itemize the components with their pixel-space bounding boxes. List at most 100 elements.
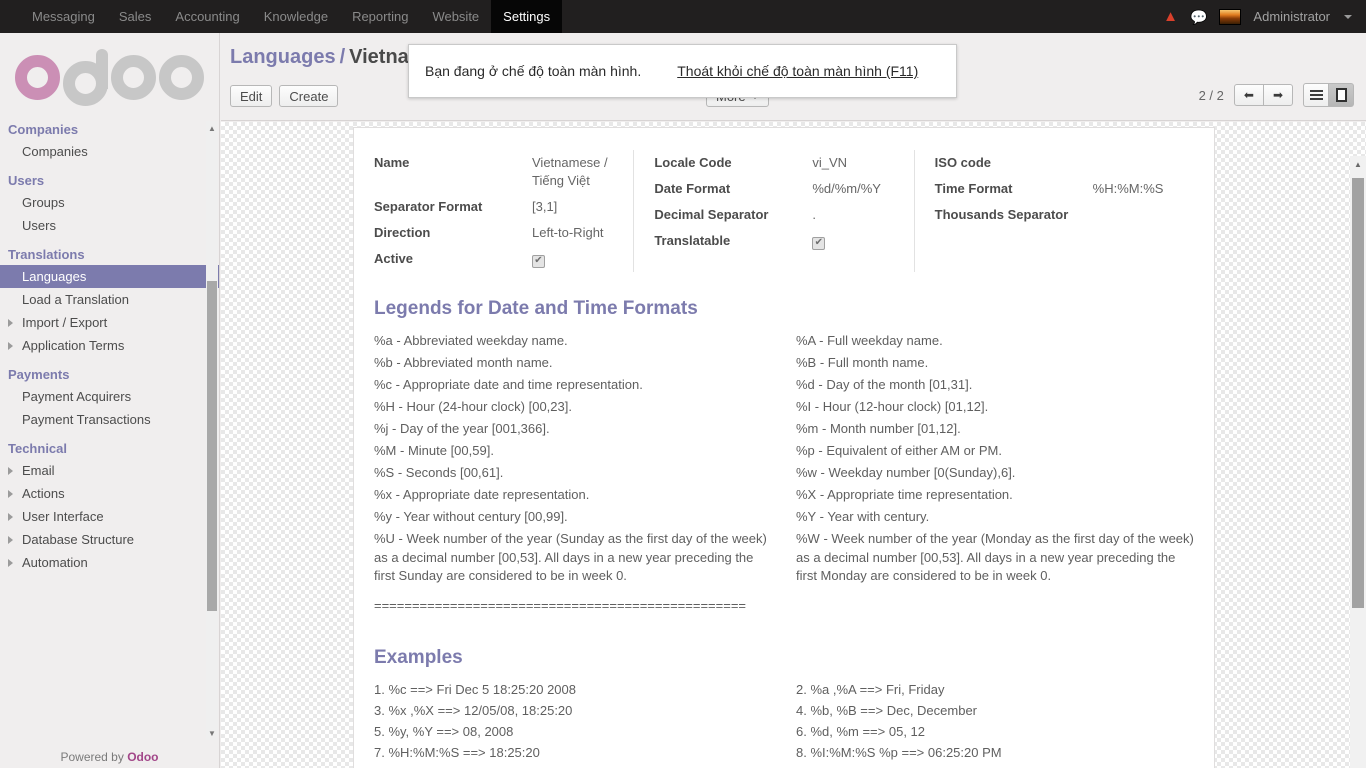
top-navbar: Messaging Sales Accounting Knowledge Reporti… [0,0,1366,33]
sidebar-item-payment-acquirers[interactable]: Payment Acquirers [0,385,219,408]
chevron-down-icon[interactable] [1344,14,1352,19]
menu-item-reporting[interactable]: Reporting [340,0,420,33]
sidebar-item-user-interface[interactable]: User Interface [0,505,219,528]
field-value-time-format[interactable]: %H:%M:%S [1093,176,1194,202]
sidebar-item-email[interactable]: Email [0,459,219,482]
example-line: 4. %b, %B ==> Dec, December [796,702,978,718]
exit-fullscreen-link[interactable]: Thoát khỏi chế độ toàn màn hình (F11) [677,63,918,79]
field-label-empty [935,228,1093,254]
odoo-logo[interactable] [0,33,219,121]
edit-button[interactable]: Edit [230,85,273,107]
menu-item-knowledge[interactable]: Knowledge [252,0,340,33]
odoo-brand-link[interactable]: Odoo [127,750,158,764]
field-label-iso-code: ISO code [934,155,992,170]
checkbox-icon[interactable]: ✔ [812,236,826,250]
avatar[interactable] [1219,8,1242,25]
sidebar-item-actions[interactable]: Actions [0,482,219,505]
legends-left-column: %a - Abbreviated weekday name. %b - Abbre… [374,330,772,613]
sidebar-item-companies[interactable]: Companies [0,140,219,163]
sidebar-scrollbar[interactable]: ▲ ▼ [206,121,218,740]
menu-item-messaging[interactable]: Messaging [20,0,107,33]
sidebar-item-languages[interactable]: Languages [0,265,219,288]
legend-paragraph-W: %W - Week number of the year (Monday as … [796,531,1194,583]
legends-divider: ========================================… [374,597,746,613]
field-value-decimal-separator[interactable]: . [812,202,913,228]
field-label-direction: Direction [374,225,431,240]
example-line: 10. %S ==> 20 [796,763,1194,768]
legend-line: %j - Day of the year [001,366]. [374,421,550,436]
sidebar-item-application-terms[interactable]: Application Terms [0,334,219,357]
field-value-iso-code[interactable] [1093,150,1194,176]
sidebar-item-label: Companies [22,144,88,159]
scroll-up-icon[interactable]: ▲ [1350,156,1366,172]
legend-line: %Y - Year with century. [796,509,930,524]
page-scrollbar-thumb[interactable] [1352,178,1364,608]
sidebar-item-load-a-translation[interactable]: Load a Translation [0,288,219,311]
scroll-down-icon[interactable]: ▼ [206,726,218,740]
create-button[interactable]: Create [279,85,339,107]
legend-line: %y - Year without century [00,99]. [374,509,568,524]
sidebar-item-label: Languages [22,269,87,284]
field-label-separator-format: Separator Format [374,199,483,214]
pager-next-button[interactable]: ➡ [1262,84,1293,106]
warning-triangle-icon[interactable]: ▲ [1163,9,1178,24]
sidebar-item-label: Users [22,218,56,233]
fullscreen-notification: Bạn đang ở chế độ toàn màn hình. Thoát k… [408,44,957,98]
user-menu-label[interactable]: Administrator [1253,9,1330,24]
pager-count: 2 / 2 [1198,87,1224,103]
sidebar-item-users[interactable]: Users [0,214,219,237]
pager-previous-button[interactable]: ⬅ [1233,84,1264,106]
field-value-thousands-separator[interactable] [1093,202,1194,228]
sidebar-item-label: Email [22,463,55,478]
scroll-up-icon[interactable]: ▲ [206,121,218,135]
sidebar-item-label: Database Structure [22,532,135,547]
sidebar-item-label: Groups [22,195,65,210]
breadcrumb-root[interactable]: Languages [230,46,336,68]
sidebar-item-database-structure[interactable]: Database Structure [0,528,219,551]
field-value-empty[interactable] [1093,228,1194,254]
sidebar-item-import-export[interactable]: Import / Export [0,311,219,334]
chat-bubble-icon[interactable]: 💬 [1190,10,1207,24]
menu-item-website[interactable]: Website [420,0,491,33]
menu-item-settings[interactable]: Settings [491,0,563,33]
sidebar-item-payment-transactions[interactable]: Payment Transactions [0,408,219,431]
checkbox-icon[interactable]: ✔ [532,254,545,268]
sidebar-item-label: User Interface [22,509,104,524]
fullscreen-notification-message: Bạn đang ở chế độ toàn màn hình. [425,63,642,79]
legend-line: %X - Appropriate time representation. [796,487,1013,502]
sidebar-item-automation[interactable]: Automation [0,551,219,574]
legend-paragraph-U: %U - Week number of the year (Sunday as … [374,531,767,583]
menu-item-sales[interactable]: Sales [107,0,164,33]
form-view-button[interactable] [1328,83,1354,107]
sidebar-section-payments: Payments [8,367,70,382]
powered-prefix: Powered by [60,750,124,764]
legend-line: %p - Equivalent of either AM or PM. [796,443,1002,458]
legend-line: %m - Month number [01,12]. [796,421,961,436]
field-value-locale-code[interactable]: vi_VN [812,150,913,176]
sidebar: KnowledgeWebsite SettingsGeneral Setting… [0,33,220,768]
field-value-date-format[interactable]: %d/%m/%Y [812,176,913,202]
sidebar-item-label: Load a Translation [22,292,129,307]
sidebar-scrollbar-thumb[interactable] [207,281,217,611]
sidebar-item-label: Automation [22,555,88,570]
menu-item-accounting[interactable]: Accounting [163,0,251,33]
field-value-active[interactable]: ✔ [532,246,633,272]
sidebar-item-label: Application Terms [22,338,125,353]
field-value-translatable[interactable]: ✔ [812,228,913,254]
main-region: Languages/ Vietnamese / Tiếng Việt Edit C… [221,33,1366,768]
page-scrollbar[interactable]: ▲ [1350,156,1366,768]
list-view-button[interactable] [1303,83,1329,107]
field-value-direction[interactable]: Left-to-Right [532,220,633,246]
field-label-locale-code: Locale Code [654,155,732,170]
chevron-right-icon [8,512,13,521]
sidebar-section-users: Users [8,173,45,188]
field-value-separator-format[interactable]: [3,1] [532,194,633,220]
field-value-name[interactable]: Vietnamese / Tiếng Việt [532,150,633,194]
field-label-thousands-separator: Thousands Separator [934,207,1069,222]
field-label-translatable: Translatable [654,233,731,248]
view-switcher-group [1303,83,1354,107]
example-line: 1. %c ==> Fri Dec 5 18:25:20 2008 [374,681,576,697]
pager-and-views: 2 / 2 ⬅ ➡ [1199,83,1354,107]
arrow-left-icon: ⬅ [1243,88,1254,102]
sidebar-item-groups[interactable]: Groups [0,191,219,214]
